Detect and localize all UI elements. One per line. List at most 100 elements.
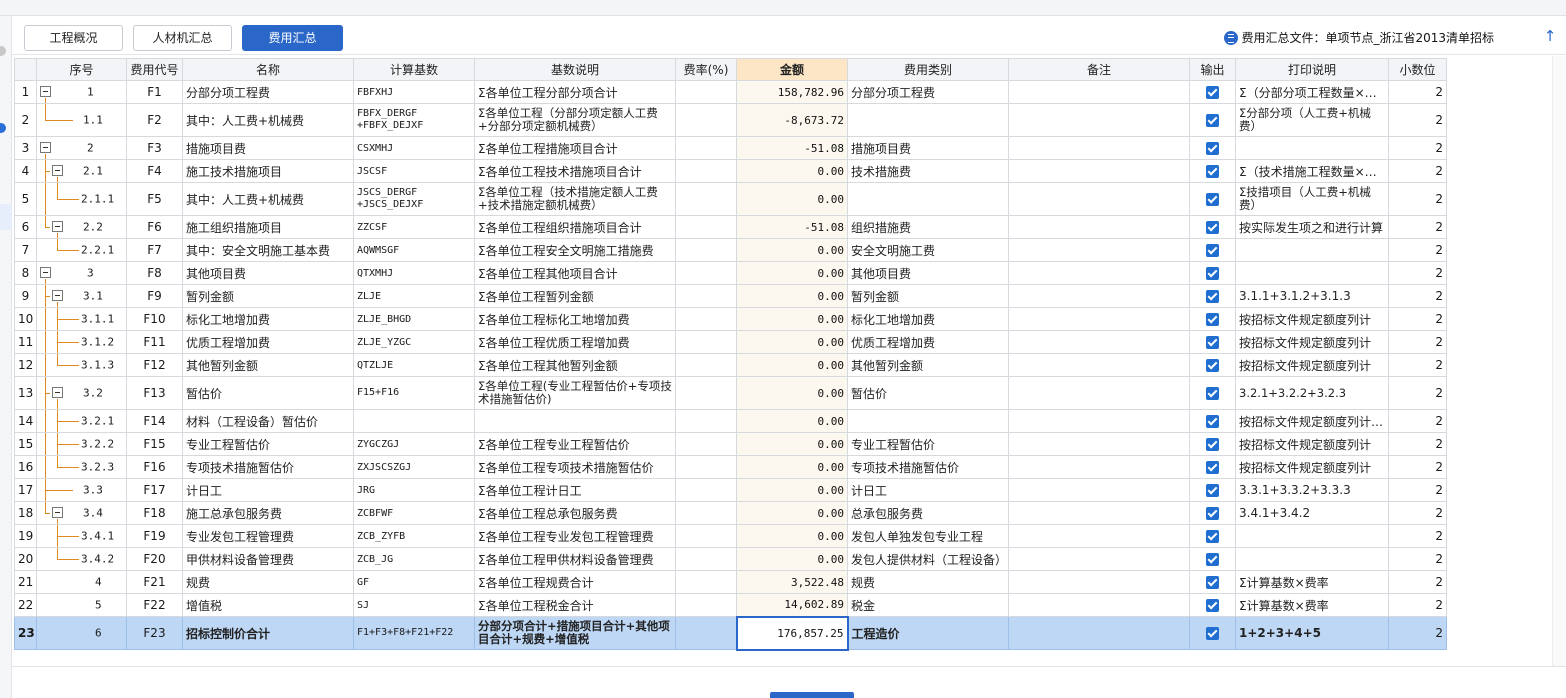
cell-name[interactable]: 其中：安全文明施工基本费	[182, 238, 354, 262]
cell-rate[interactable]	[675, 136, 737, 160]
cell-print[interactable]	[1235, 136, 1389, 160]
cell-print[interactable]	[1235, 261, 1389, 285]
cell-name[interactable]: 优质工程增加费	[182, 330, 354, 354]
cell-name[interactable]: 其中：人工费+机械费	[182, 103, 354, 137]
cell-remark[interactable]	[1008, 307, 1190, 331]
checkbox-checked-icon[interactable]	[1206, 290, 1219, 303]
checkbox-checked-icon[interactable]	[1206, 359, 1219, 372]
col-seq[interactable]: 序号	[36, 58, 127, 81]
col-rate[interactable]: 费率(%)	[675, 58, 737, 81]
cell-base[interactable]: JRG	[353, 478, 475, 502]
cell-category[interactable]: 发包人提供材料（工程设备）	[847, 547, 1009, 571]
cell-output[interactable]	[1189, 103, 1236, 137]
table-row[interactable]: 17 3.3 F17 计日工 JRG Σ各单位工程计日工 0.00 计日工 3.3.1+3.3.…	[14, 478, 1447, 502]
cell-remark[interactable]	[1008, 616, 1190, 650]
cell-name[interactable]: 材料（工程设备）暂估价	[182, 409, 354, 433]
cell-seq[interactable]: 3.4	[36, 501, 127, 525]
cell-rate[interactable]	[675, 524, 737, 548]
cell-decimals[interactable]: 2	[1388, 570, 1447, 594]
table-row[interactable]: 4 2.1 F4 施工技术措施项目 JSCSF Σ各单位工程技术措施项目合计 0.00 技术措…	[14, 159, 1447, 183]
tab-project-overview[interactable]: 工程概况	[24, 25, 123, 51]
cell-seq[interactable]: 3.3	[36, 478, 127, 502]
cell-category[interactable]: 组织措施费	[847, 215, 1009, 239]
cell-rate[interactable]	[675, 409, 737, 433]
cell-rate[interactable]	[675, 330, 737, 354]
cell-code[interactable]: F17	[126, 478, 183, 502]
cell-name[interactable]: 增值税	[182, 593, 354, 617]
table-row[interactable]: 3 2 F3 措施项目费 CSXMHJ Σ各单位工程措施项目合计 -51.08 措施项目费 2	[14, 136, 1447, 160]
summary-file-info[interactable]: 费用汇总文件：单项节点_浙江省2013清单招标	[1224, 29, 1494, 47]
col-desc[interactable]: 基数说明	[474, 58, 676, 81]
checkbox-checked-icon[interactable]	[1206, 336, 1219, 349]
cell-decimals[interactable]: 2	[1388, 455, 1447, 479]
checkbox-checked-icon[interactable]	[1206, 313, 1219, 326]
cell-category[interactable]: 标化工地增加费	[847, 307, 1009, 331]
cell-remark[interactable]	[1008, 261, 1190, 285]
cell-amount[interactable]: 0.00	[736, 478, 848, 502]
table-row[interactable]: 18 3.4 F18 施工总承包服务费 ZCBFWF Σ各单位工程总承包服务费 0.00 总承…	[14, 501, 1447, 525]
checkbox-checked-icon[interactable]	[1206, 267, 1219, 280]
table-row[interactable]: 21 4 F21 规费 GF Σ各单位工程规费合计 3,522.48 规费 Σ计算基数×费率 2	[14, 570, 1447, 594]
cell-desc[interactable]	[474, 409, 676, 433]
cell-base[interactable]: QTZLJE	[353, 353, 475, 377]
col-output[interactable]: 输出	[1189, 58, 1236, 81]
cell-name[interactable]: 计日工	[182, 478, 354, 502]
col-base[interactable]: 计算基数	[353, 58, 475, 81]
cell-rownum[interactable]: 3	[14, 136, 37, 160]
cell-output[interactable]	[1189, 409, 1236, 433]
cell-remark[interactable]	[1008, 103, 1190, 137]
cell-print[interactable]: 按招标文件规定额度列计	[1235, 353, 1389, 377]
cell-remark[interactable]	[1008, 353, 1190, 377]
cell-code[interactable]: F15	[126, 432, 183, 456]
cell-rownum[interactable]: 17	[14, 478, 37, 502]
cell-output[interactable]	[1189, 182, 1236, 216]
cell-output[interactable]	[1189, 432, 1236, 456]
cell-name[interactable]: 规费	[182, 570, 354, 594]
cell-rate[interactable]	[675, 455, 737, 479]
cell-code[interactable]: F8	[126, 261, 183, 285]
cell-base[interactable]: ZCBFWF	[353, 501, 475, 525]
cell-base[interactable]: ZLJE	[353, 284, 475, 308]
cell-category[interactable]: 计日工	[847, 478, 1009, 502]
cell-rownum[interactable]: 2	[14, 103, 37, 137]
cell-decimals[interactable]: 2	[1388, 547, 1447, 571]
col-category[interactable]: 费用类别	[847, 58, 1009, 81]
gutter-dot[interactable]	[0, 46, 6, 56]
cell-category[interactable]: 分部分项工程费	[847, 80, 1009, 104]
cell-remark[interactable]	[1008, 80, 1190, 104]
cell-desc[interactable]: Σ各单位工程措施项目合计	[474, 136, 676, 160]
cell-rate[interactable]	[675, 353, 737, 377]
vertical-scrollbar[interactable]	[1552, 56, 1566, 666]
cell-amount[interactable]: 14,602.89	[736, 593, 848, 617]
table-row[interactable]: 20 3.4.2 F20 甲供材料设备管理费 ZCB_JG Σ各单位工程甲供材料设备管理费…	[14, 547, 1447, 571]
cell-decimals[interactable]: 2	[1388, 136, 1447, 160]
cell-print[interactable]: 3.4.1+3.4.2	[1235, 501, 1389, 525]
cell-output[interactable]	[1189, 80, 1236, 104]
cell-code[interactable]: F16	[126, 455, 183, 479]
cell-output[interactable]	[1189, 616, 1236, 650]
cell-print[interactable]: 3.3.1+3.3.2+3.3.3	[1235, 478, 1389, 502]
collapse-box-icon[interactable]	[52, 221, 63, 232]
cell-seq[interactable]: 3.4.1	[36, 524, 127, 548]
cell-category[interactable]	[847, 103, 1009, 137]
cell-seq[interactable]: 3.2.1	[36, 409, 127, 433]
cell-base[interactable]: ZLJE_BHGD	[353, 307, 475, 331]
table-row[interactable]: 6 2.2 F6 施工组织措施项目 ZZCSF Σ各单位工程组织措施项目合计 -51.08 组…	[14, 215, 1447, 239]
cell-code[interactable]: F5	[126, 182, 183, 216]
cell-rate[interactable]	[675, 284, 737, 308]
cell-rownum[interactable]: 16	[14, 455, 37, 479]
collapse-box-icon[interactable]	[52, 507, 63, 518]
table-row[interactable]: 5 2.1.1 F5 其中：人工费+机械费 JSCS_DERGF +JSCS_DEJXF…	[14, 182, 1447, 216]
cell-output[interactable]	[1189, 593, 1236, 617]
checkbox-checked-icon[interactable]	[1206, 530, 1219, 543]
cell-rownum[interactable]: 13	[14, 376, 37, 410]
cell-seq[interactable]: 3.2.2	[36, 432, 127, 456]
cell-output[interactable]	[1189, 501, 1236, 525]
cell-amount[interactable]: 0.00	[736, 547, 848, 571]
cell-category[interactable]: 技术措施费	[847, 159, 1009, 183]
cell-decimals[interactable]: 2	[1388, 215, 1447, 239]
cell-category[interactable]: 暂估价	[847, 376, 1009, 410]
cell-name[interactable]: 暂列金额	[182, 284, 354, 308]
cell-print[interactable]: 按实际发生项之和进行计算	[1235, 215, 1389, 239]
cell-remark[interactable]	[1008, 547, 1190, 571]
